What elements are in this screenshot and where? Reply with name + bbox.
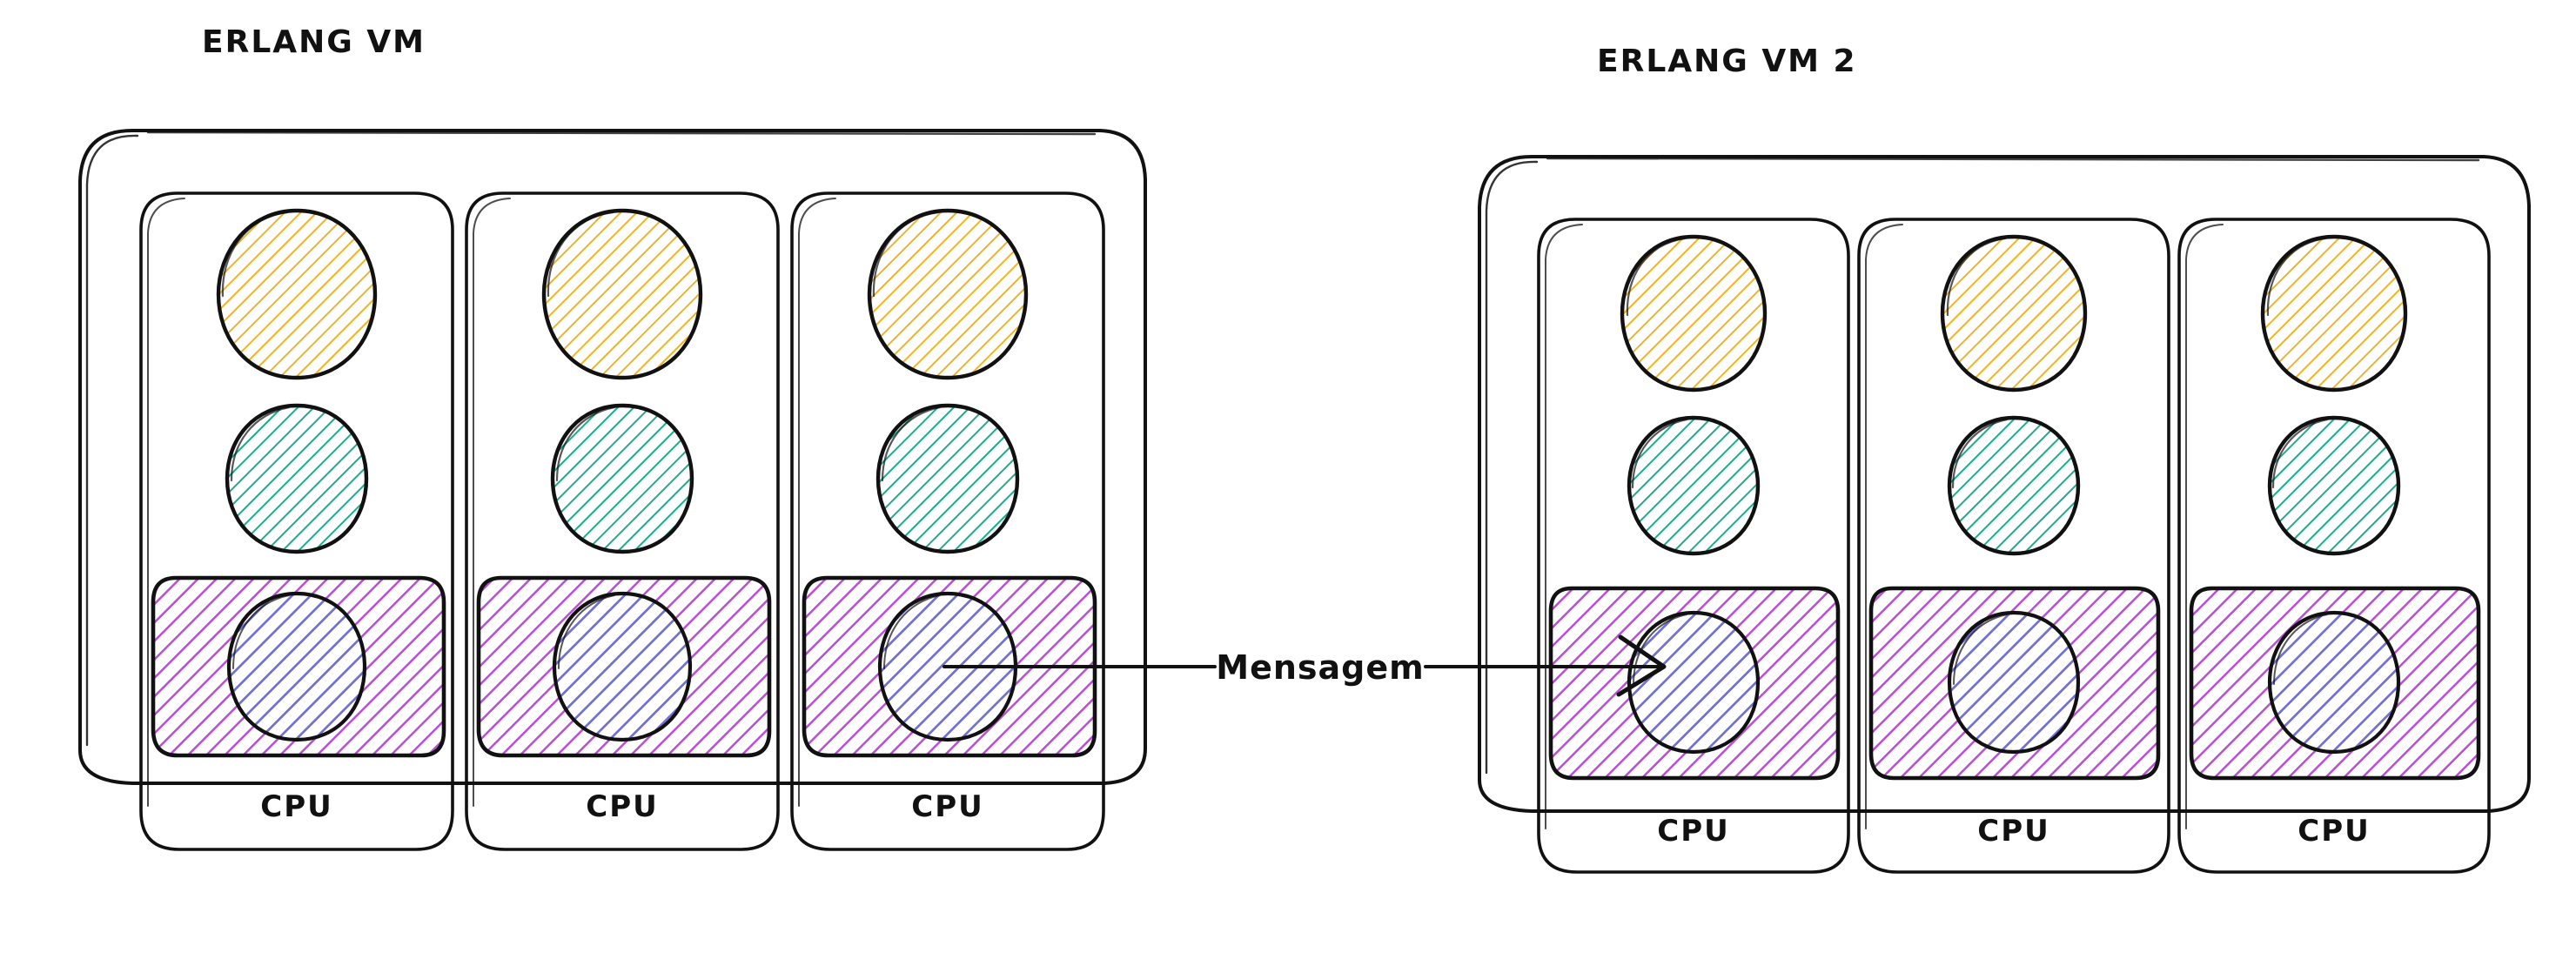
erlang-vm-message-diagram: ERLANG VM CPU CPU CPU ERLANG VM 2 CPU CP… bbox=[78, 24, 2531, 874]
teal-process-1-left[interactable] bbox=[225, 403, 369, 554]
yellow-process-1-right[interactable] bbox=[1620, 234, 1768, 393]
highlighted-process-1-left[interactable] bbox=[151, 575, 446, 758]
cpu-label-2-left: CPU bbox=[586, 789, 658, 824]
blue-message-circle-3-right[interactable] bbox=[2267, 610, 2401, 755]
yellow-process-3-right[interactable] bbox=[2260, 234, 2408, 393]
cpu-column-1-left[interactable]: CPU bbox=[139, 191, 454, 851]
teal-process-2-left[interactable] bbox=[550, 403, 694, 554]
yellow-process-2-right[interactable] bbox=[1940, 234, 2088, 393]
cpu-label-3-right: CPU bbox=[2298, 814, 2370, 849]
highlighted-process-3-right[interactable] bbox=[2189, 586, 2481, 781]
highlighted-process-1-right[interactable] bbox=[1548, 586, 1841, 781]
erlang-vm-2: ERLANG VM 2 CPU CPU CPU bbox=[1478, 44, 2531, 874]
diagram-canvas: ERLANG VM CPU CPU CPU ERLANG VM 2 CPU CP… bbox=[0, 0, 2576, 973]
teal-process-3-right[interactable] bbox=[2267, 415, 2401, 556]
cpu-column-3-left[interactable]: CPU bbox=[790, 191, 1105, 851]
blue-message-circle-1-right[interactable] bbox=[1627, 610, 1761, 755]
cpu-label-3-left: CPU bbox=[911, 789, 983, 824]
blue-message-circle-1-left[interactable] bbox=[226, 591, 367, 742]
teal-process-2-right[interactable] bbox=[1947, 415, 2081, 556]
message-arrow-label: Mensagem bbox=[1216, 648, 1424, 687]
erlang-vm-1: ERLANG VM CPU CPU CPU bbox=[78, 24, 1147, 851]
yellow-process-2-left[interactable] bbox=[541, 208, 703, 380]
cpu-column-3-right[interactable]: CPU bbox=[2177, 218, 2491, 874]
cpu-label-1-right: CPU bbox=[1657, 814, 1729, 849]
vm-title-right: ERLANG VM 2 bbox=[1597, 44, 1857, 79]
yellow-process-1-left[interactable] bbox=[216, 208, 378, 380]
cpu-column-2-left[interactable]: CPU bbox=[465, 191, 780, 851]
vm-title-left: ERLANG VM bbox=[202, 24, 426, 60]
cpu-label-1-left: CPU bbox=[260, 789, 332, 824]
highlighted-process-2-left[interactable] bbox=[476, 575, 772, 758]
blue-message-circle-2-left[interactable] bbox=[552, 591, 693, 742]
highlighted-process-2-right[interactable] bbox=[1868, 586, 2161, 781]
cpu-column-1-right[interactable]: CPU bbox=[1537, 218, 1850, 874]
blue-message-circle-2-right[interactable] bbox=[1947, 610, 2081, 755]
teal-process-1-right[interactable] bbox=[1627, 415, 1761, 556]
teal-process-3-left[interactable] bbox=[875, 403, 1020, 554]
cpu-column-2-right[interactable]: CPU bbox=[1857, 218, 2170, 874]
cpu-label-2-right: CPU bbox=[1977, 814, 2049, 849]
yellow-process-3-left[interactable] bbox=[867, 208, 1029, 380]
